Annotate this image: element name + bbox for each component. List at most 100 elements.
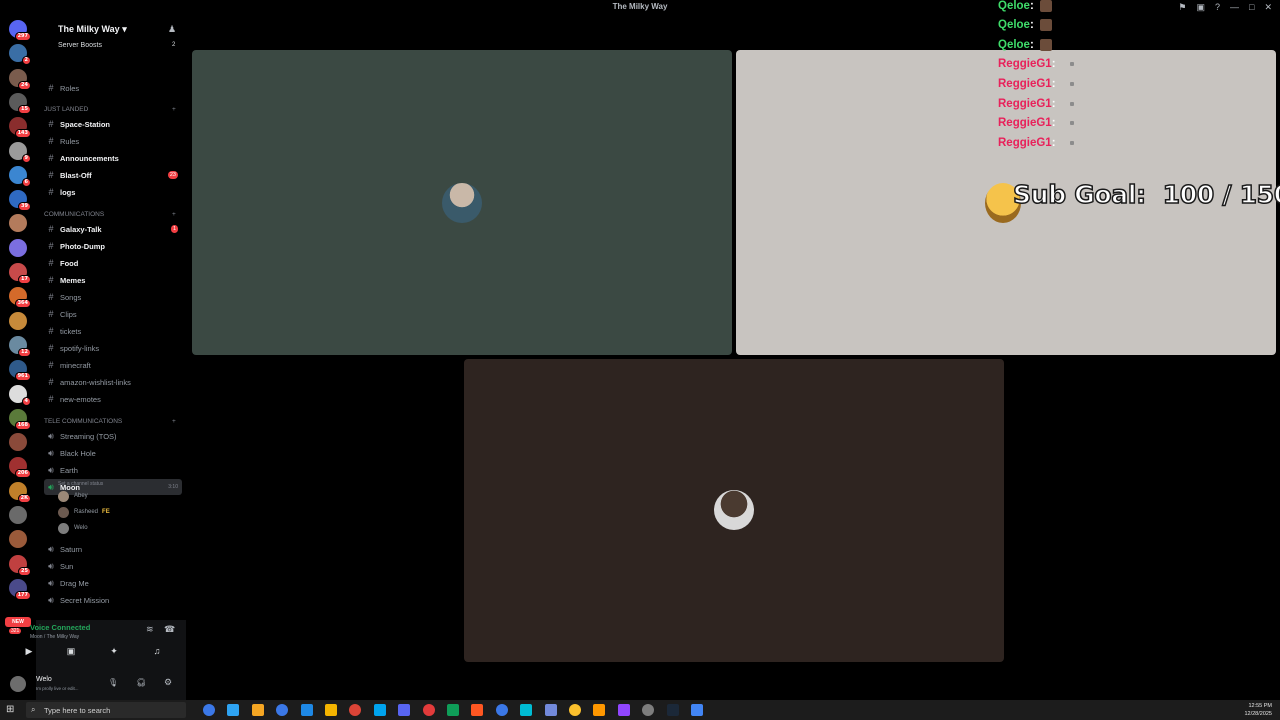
taskbar-app-icon[interactable] [398,704,411,716]
channel-amazon-wishlist-links[interactable]: # amazon-wishlist-links [44,374,182,390]
taskbar-app-icon[interactable] [300,704,313,716]
server-icon[interactable]: 4 [9,384,31,406]
taskbar-app-icon[interactable] [691,704,703,716]
voice-user[interactable]: Rasheed FE [58,505,110,519]
channel-minecraft[interactable]: # minecraft [44,357,182,373]
server-icon[interactable]: 961 [9,360,31,382]
taskbar-app-icon[interactable] [593,704,606,716]
server-icon[interactable]: 39 [9,190,31,212]
channel-clips[interactable]: # Clips [44,306,182,322]
channel-blast-off[interactable]: # Blast-Off 23 [44,167,182,183]
guild-name[interactable]: The Milky Way ▾ [58,24,127,35]
voice-channel-streaming[interactable]: 🔊︎ Streaming (TOS) [44,428,182,444]
activities-button[interactable]: ✦ [99,646,129,660]
server-icon[interactable]: 25 [9,554,31,576]
taskbar-app-icon[interactable] [276,704,289,716]
maximize-button[interactable]: □ [1249,2,1254,13]
add-channel-icon[interactable]: + [172,211,176,218]
server-icon[interactable]: 364 [9,287,31,309]
voice-channel-sun[interactable]: 🔊︎ Sun [44,558,182,574]
taskbar-search[interactable]: ⌕ Type here to search [26,702,186,718]
server-icon[interactable]: 2K [9,481,31,503]
voice-channel-black-hole[interactable]: 🔊︎ Black Hole [44,445,182,461]
disconnect-icon[interactable]: ☎ [164,624,175,635]
add-channel-icon[interactable]: + [172,106,176,113]
server-icon[interactable] [9,530,27,549]
taskbar-app-icon[interactable] [520,704,533,716]
server-icon[interactable]: 168 [9,408,31,430]
voice-location[interactable]: Moon / The Milky Way [30,634,79,640]
taskbar-app-icon[interactable] [373,704,386,716]
avatar[interactable] [10,676,26,692]
channel-tickets[interactable]: # tickets [44,323,182,339]
taskbar-app-icon[interactable] [203,704,215,716]
server-icon[interactable]: 12 [9,335,31,357]
channel-food[interactable]: # Food [44,255,182,271]
server-boosts-item[interactable]: Server Boosts 2 [58,42,175,49]
taskbar-app-icon[interactable] [544,704,557,716]
start-icon[interactable]: ⊞ [6,704,14,715]
category-just-landed[interactable]: Just Landed + [44,106,176,113]
voice-channel-earth[interactable]: 🔊︎ Earth [44,462,182,478]
taskbar-app-icon[interactable] [349,704,362,716]
camera-button[interactable]: ▶ [14,646,44,660]
server-icon[interactable]: 24 [9,68,31,90]
add-channel-icon[interactable]: + [172,418,176,425]
server-icon[interactable] [9,433,27,452]
taskbar-app-icon[interactable] [227,704,240,716]
server-icon[interactable] [9,214,27,233]
voice-channel-drag-me[interactable]: 🔊︎ Drag Me [44,575,182,591]
channel-announcements[interactable]: # Announcements [44,150,182,166]
category-communications[interactable]: Communications + [44,211,176,218]
voice-user[interactable]: Welo [58,521,88,535]
channel-songs[interactable]: # Songs [44,289,182,305]
channel-rules[interactable]: # Rules [44,133,182,149]
taskbar-app-icon[interactable] [447,704,459,716]
taskbar-app-icon[interactable] [251,704,264,716]
new-badge[interactable]: NEW [5,617,31,627]
channel-photo-dump[interactable]: # Photo-Dump [44,238,182,254]
minimize-button[interactable]: — [1230,2,1239,13]
user-bar[interactable]: Welo Im prolly live or edit... 🎙︎ 🎧︎ ⚙ [10,674,186,696]
help-icon[interactable]: ? [1215,2,1220,13]
taskbar-app-icon[interactable] [569,704,581,716]
inbox-icon[interactable]: ⚑ [1178,2,1186,13]
server-icon[interactable] [9,506,27,524]
server-icon[interactable]: 206 [9,457,31,479]
channel-new-emotes[interactable]: # new-emotes [44,391,182,407]
microphone-icon[interactable]: 🎙︎ [108,678,118,687]
screen-icon[interactable]: ▣ [1196,2,1205,13]
server-icon[interactable] [9,311,27,330]
channel-spotify-links[interactable]: # spotify-links [44,340,182,356]
channel-memes[interactable]: # Memes [44,272,182,288]
voice-tile[interactable] [464,359,1004,662]
add-member-icon[interactable]: ♟ [168,24,176,35]
channel-galaxy-talk[interactable]: # Galaxy-Talk 1 [44,221,182,237]
server-icon[interactable]: 177 [9,578,31,600]
taskbar-app-icon[interactable] [471,704,484,716]
soundboard-button[interactable]: ♫ [142,646,172,660]
close-button[interactable]: ✕ [1264,2,1272,13]
server-icon[interactable]: 6 [9,165,31,187]
channel-logs[interactable]: # logs [44,184,182,200]
voice-channel-saturn[interactable]: 🔊︎ Saturn [44,541,182,557]
system-tray[interactable]: 12:55 PM 12/28/2025 [1244,702,1272,718]
roles-item[interactable]: # Roles [44,80,182,96]
server-icon[interactable] [9,238,27,257]
channel-space-station[interactable]: # Space-Station [44,116,182,132]
taskbar-app-icon[interactable] [642,704,655,716]
taskbar-app-icon[interactable] [495,704,508,716]
category-tele-communications[interactable]: Tele Communications + [44,418,176,425]
server-icon[interactable]: 9 [9,141,31,163]
taskbar-app-icon[interactable] [666,704,679,716]
taskbar-app-icon[interactable] [422,704,435,716]
headphones-icon[interactable]: 🎧︎ [136,678,146,687]
settings-icon[interactable]: ⚙ [164,677,172,688]
taskbar-app-icon[interactable] [617,704,630,716]
server-icon[interactable]: 17 [9,263,31,284]
voice-user[interactable]: Abey [58,489,88,503]
voice-tile[interactable] [192,50,732,355]
noise-suppression-icon[interactable]: ≋ [146,624,154,635]
voice-channel-secret-mission[interactable]: 🔊︎ Secret Mission [44,592,182,608]
guild-header[interactable]: The Milky Way ▾ Server Boosts 2 ♟ [36,20,186,49]
